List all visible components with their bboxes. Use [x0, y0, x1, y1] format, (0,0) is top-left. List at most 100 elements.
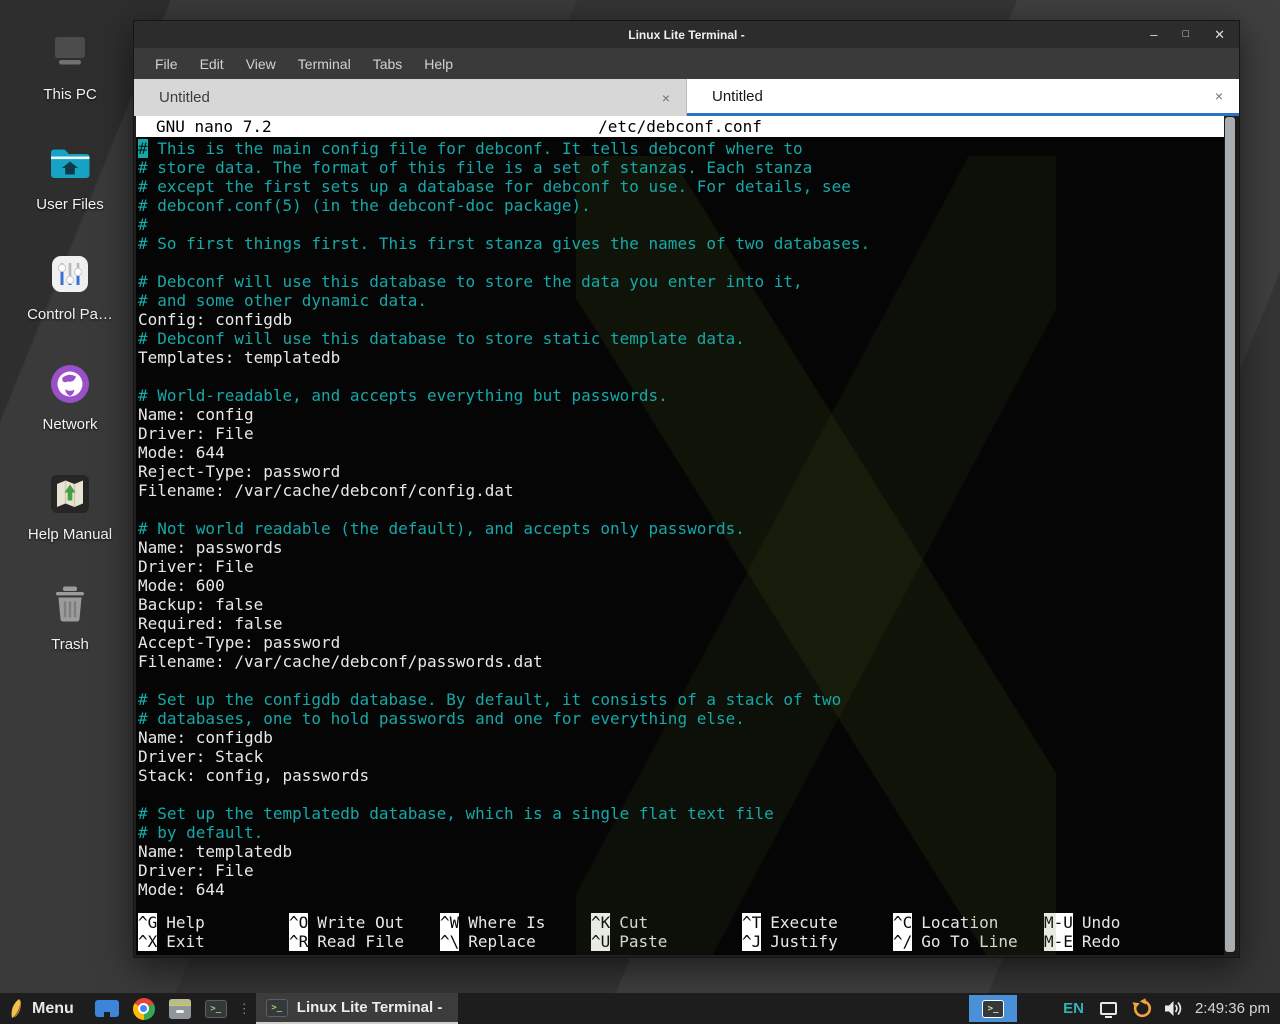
editor-line[interactable]: Templates: templatedb [138, 348, 1224, 367]
nano-shortcut: ^/Go To Line [893, 932, 1044, 951]
workspace-icon[interactable] [95, 1000, 119, 1017]
taskbar-window-label: Linux Lite Terminal - [297, 999, 443, 1016]
chrome-icon[interactable] [133, 998, 155, 1020]
volume-icon[interactable] [1164, 1000, 1183, 1017]
editor-line[interactable]: # Debconf will use this database to stor… [138, 329, 1224, 348]
desktop-icon-trash[interactable]: Trash [12, 580, 128, 653]
menu-tabs[interactable]: Tabs [362, 56, 414, 72]
editor-line[interactable]: # by default. [138, 823, 1224, 842]
editor-line[interactable]: # So first things first. This first stan… [138, 234, 1224, 253]
nano-shortcut: ^\Replace [440, 932, 591, 951]
display-tray-icon[interactable] [1100, 1002, 1117, 1015]
nano-filename: /etc/debconf.conf [136, 116, 1224, 137]
editor-line[interactable] [138, 367, 1224, 386]
editor-line[interactable]: Driver: File [138, 557, 1224, 576]
editor-line[interactable]: Name: passwords [138, 538, 1224, 557]
editor-line[interactable] [138, 671, 1224, 690]
desktop-icon-help-manual[interactable]: Help Manual [12, 470, 128, 543]
taskbar-window-button[interactable]: >_ Linux Lite Terminal - [256, 993, 459, 1024]
terminal-icon: >_ [982, 1000, 1004, 1018]
editor-line[interactable]: Mode: 644 [138, 443, 1224, 462]
close-button[interactable]: ✕ [1214, 28, 1225, 41]
clock[interactable]: 2:49:36 pm [1195, 1000, 1270, 1017]
help-manual-icon [46, 470, 94, 518]
minimize-button[interactable]: – [1150, 28, 1157, 41]
editor-line[interactable]: Filename: /var/cache/debconf/config.dat [138, 481, 1224, 500]
editor-line[interactable]: Stack: config, passwords [138, 766, 1224, 785]
menu-button[interactable]: Menu [32, 1000, 74, 1018]
nano-shortcut: ^WWhere Is [440, 913, 591, 932]
menu-view[interactable]: View [235, 56, 287, 72]
taskbar-separator: ⋮ [238, 1001, 250, 1017]
terminal-icon: >_ [266, 999, 288, 1017]
desktop-icon-label: Help Manual [12, 526, 128, 543]
text-cursor: # [138, 139, 148, 158]
window-titlebar[interactable]: Linux Lite Terminal - – □ ✕ [134, 21, 1239, 48]
editor-line[interactable]: # Set up the templatedb database, which … [138, 804, 1224, 823]
editor-line[interactable]: # This is the main config file for debco… [138, 139, 1224, 158]
desktop-icon-user-files[interactable]: User Files [12, 140, 128, 213]
updates-tray-icon[interactable] [1132, 998, 1153, 1019]
editor-line[interactable]: # Debconf will use this database to stor… [138, 272, 1224, 291]
file-manager-icon[interactable] [169, 999, 191, 1019]
terminal-scrollbar[interactable] [1224, 116, 1237, 955]
menu-help[interactable]: Help [413, 56, 464, 72]
menu-terminal[interactable]: Terminal [287, 56, 362, 72]
tab-untitled-1[interactable]: Untitled × [134, 79, 687, 116]
editor-line[interactable]: Config: configdb [138, 310, 1224, 329]
editor-line[interactable] [138, 500, 1224, 519]
editor-line[interactable]: # except the first sets up a database fo… [138, 177, 1224, 196]
editor-line[interactable]: Mode: 644 [138, 880, 1224, 899]
editor-line[interactable]: # Set up the configdb database. By defau… [138, 690, 1224, 709]
terminal-launcher-icon[interactable]: >_ [205, 1000, 227, 1018]
desktop-icon-label: Control Pa… [12, 306, 128, 323]
tab-untitled-2[interactable]: Untitled × [687, 79, 1239, 116]
editor-line[interactable]: Driver: File [138, 861, 1224, 880]
menu-file[interactable]: File [144, 56, 189, 72]
tab-close-icon[interactable]: × [662, 90, 670, 106]
computer-icon [46, 30, 94, 78]
language-indicator[interactable]: EN [1063, 1000, 1084, 1017]
desktop-icon-label: Network [12, 416, 128, 433]
editor-line[interactable]: Name: templatedb [138, 842, 1224, 861]
editor-text-area[interactable]: # This is the main config file for debco… [136, 139, 1224, 913]
desktop-icon-network[interactable]: Network [12, 360, 128, 433]
tray-active-window-preview[interactable]: >_ [969, 995, 1017, 1022]
editor-line[interactable]: Filename: /var/cache/debconf/passwords.d… [138, 652, 1224, 671]
nano-shortcut: ^XExit [138, 932, 289, 951]
editor-line[interactable] [138, 785, 1224, 804]
desktop-icon-label: User Files [12, 196, 128, 213]
desktop-icon-control-panel[interactable]: Control Pa… [12, 250, 128, 323]
editor-line[interactable] [138, 253, 1224, 272]
editor-line[interactable]: # databases, one to hold passwords and o… [138, 709, 1224, 728]
editor-line[interactable]: Required: false [138, 614, 1224, 633]
editor-line[interactable]: # debconf.conf(5) (in the debconf-doc pa… [138, 196, 1224, 215]
menu-edit[interactable]: Edit [189, 56, 235, 72]
editor-line[interactable]: Mode: 600 [138, 576, 1224, 595]
editor-line[interactable]: # Not world readable (the default), and … [138, 519, 1224, 538]
linux-lite-logo-icon[interactable] [8, 998, 26, 1020]
nano-shortcut: ^RRead File [289, 932, 440, 951]
nano-shortcut-bar: ^GHelp^XExit^OWrite Out^RRead File^WWher… [136, 913, 1224, 955]
editor-line[interactable]: # and some other dynamic data. [138, 291, 1224, 310]
editor-line[interactable]: Backup: false [138, 595, 1224, 614]
editor-line[interactable]: # store data. The format of this file is… [138, 158, 1224, 177]
editor-line[interactable]: Name: config [138, 405, 1224, 424]
editor-line[interactable]: Accept-Type: password [138, 633, 1224, 652]
editor-line[interactable]: Name: configdb [138, 728, 1224, 747]
desktop: { "colors": { "comment_teal": "#16a8a8",… [0, 0, 1280, 1024]
nano-shortcut: ^UPaste [591, 932, 742, 951]
editor-line[interactable]: Reject-Type: password [138, 462, 1224, 481]
terminal-content[interactable]: GNU nano 7.2 /etc/debconf.conf # This is… [136, 116, 1237, 955]
editor-line[interactable]: # [138, 215, 1224, 234]
editor-line[interactable]: Driver: Stack [138, 747, 1224, 766]
maximize-button[interactable]: □ [1182, 28, 1189, 41]
editor-line[interactable]: # World-readable, and accepts everything… [138, 386, 1224, 405]
nano-shortcut: ^JJustify [742, 932, 893, 951]
folder-home-icon [46, 140, 94, 188]
tab-close-icon[interactable]: × [1215, 88, 1223, 104]
nano-shortcut: ^OWrite Out [289, 913, 440, 932]
editor-line[interactable]: Driver: File [138, 424, 1224, 443]
scrollbar-thumb[interactable] [1225, 117, 1235, 952]
desktop-icon-this-pc[interactable]: This PC [12, 30, 128, 103]
